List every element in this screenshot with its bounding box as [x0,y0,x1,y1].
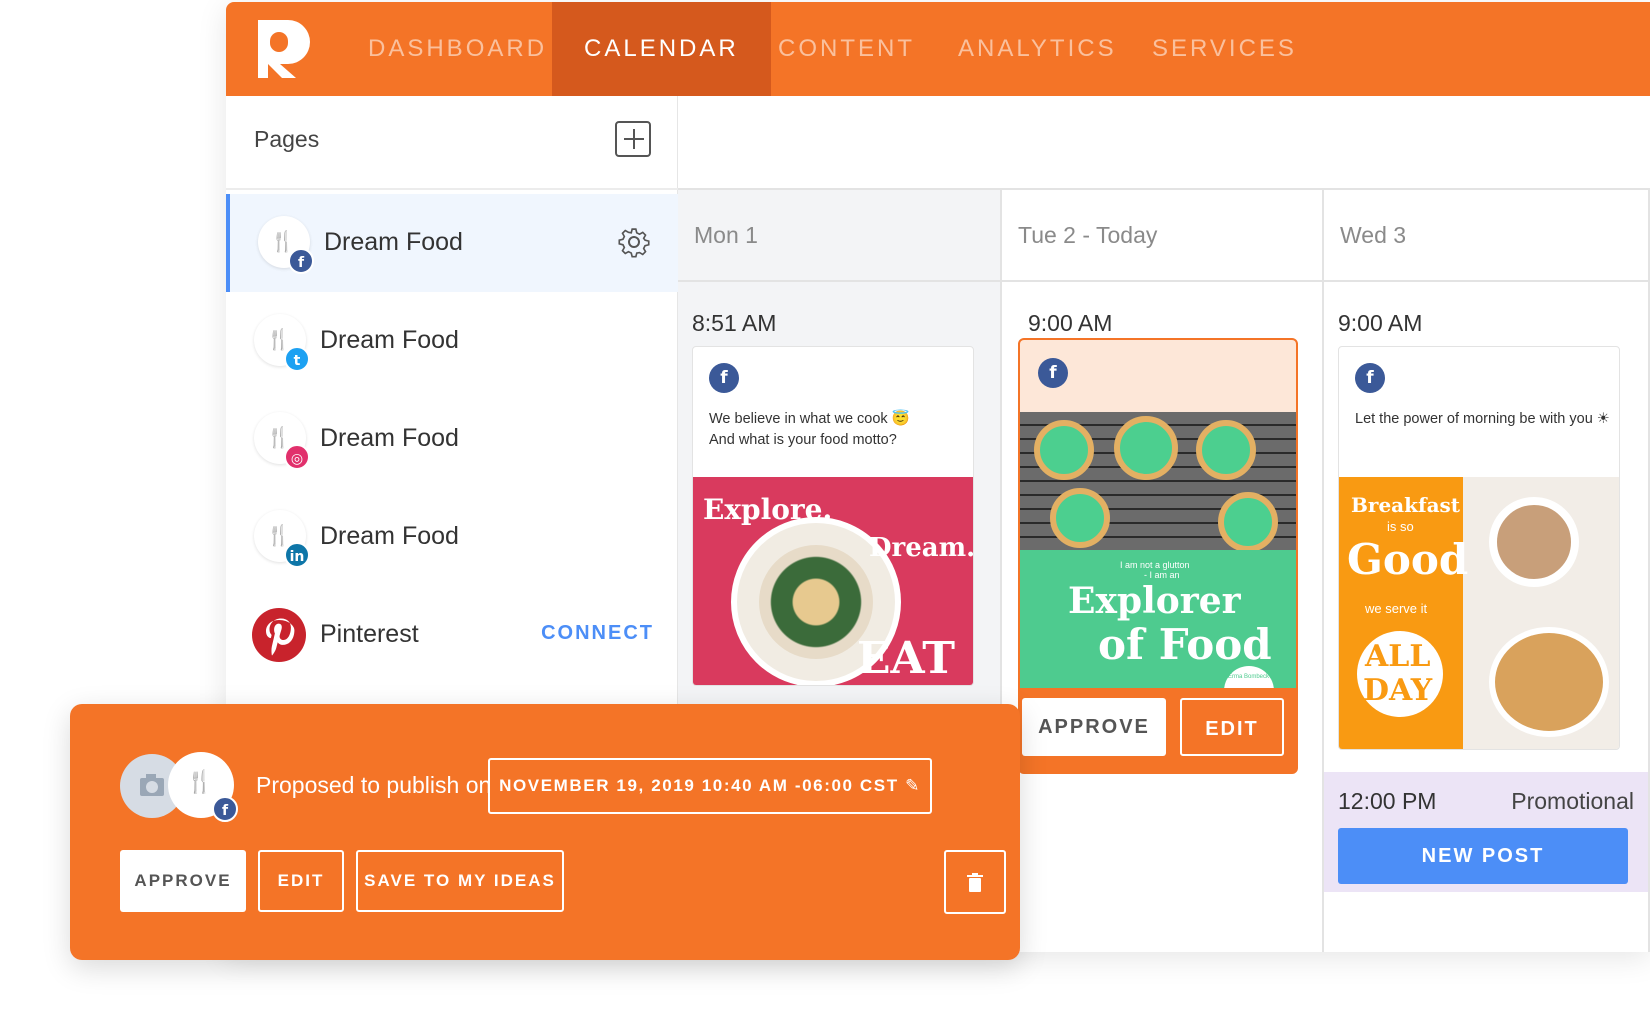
post-card[interactable]: f We believe in what we cook 😇 And what … [692,346,974,686]
avatar: 🍴 in [254,510,310,568]
post-time: 9:00 AM [1028,310,1113,336]
post-time: 9:00 AM [1338,310,1423,336]
image-text: Good [1347,535,1469,584]
instagram-icon: ◎ [284,444,310,470]
save-to-ideas-button[interactable]: SAVE TO MY IDEAS [356,850,564,912]
selected-post-card[interactable]: f I am not a glutton - I am an Explorer … [1018,338,1298,774]
day-header: Mon 1 [678,190,1000,282]
new-post-button[interactable]: NEW POST [1338,828,1628,884]
brand-logo[interactable] [256,18,314,80]
day-header: Tue 2 - Today [1002,190,1322,282]
slot-label: Promotional [1511,788,1634,814]
fork-spoon-icon: 🍴 [186,770,214,795]
facebook-icon: f [1038,358,1068,388]
image-text: Breakfast [1351,493,1461,517]
gear-icon[interactable] [618,226,650,258]
image-text: Explorer [1068,580,1241,622]
fork-spoon-icon: 🍴 [266,425,291,449]
post-image: Breakfast is so Good we serve it ALL DAY [1339,477,1619,749]
facebook-icon: f [709,363,739,393]
publish-date: NOVEMBER 19, 2019 10:40 AM -06:00 CST [499,776,899,795]
post-header: f [1020,340,1296,412]
trash-icon [967,873,983,892]
pencil-icon: ✎ [905,776,921,795]
sidebar-item-dream-food-instagram[interactable]: 🍴 ◎ Dream Food [226,390,678,488]
image-text: we serve it [1365,601,1428,616]
publish-label: Proposed to publish on [256,772,492,798]
image-text: of Food [1098,620,1272,669]
promotional-slot: 12:00 PM Promotional NEW POST [1324,772,1648,892]
day-header: Wed 3 [1324,190,1648,282]
sidebar-item-dream-food-twitter[interactable]: 🍴 t Dream Food [226,292,678,390]
edit-button[interactable]: EDIT [258,850,344,912]
twitter-icon: t [284,346,310,372]
pages-header: Pages [226,96,678,190]
popup-avatars: 🍴 f [120,752,240,822]
connect-pinterest-button[interactable]: CONNECT [541,622,654,645]
page-name: Pinterest [320,620,419,648]
image-text: Dream. [869,533,974,563]
post-time: 8:51 AM [692,310,777,336]
post-image: Explore. Dream. EAT [693,477,974,685]
avatar: 🍴 ◎ [254,412,310,470]
image-text: EAT [857,633,956,684]
approve-button[interactable]: APPROVE [1022,698,1166,756]
page-name: Dream Food [320,326,459,354]
nav-analytics[interactable]: ANALYTICS [926,2,1149,96]
avatar: 🍴 t [254,314,310,372]
day-title: Mon 1 [694,222,758,248]
fork-spoon-icon: 🍴 [266,327,291,351]
day-title: Tue 2 - Today [1018,222,1158,248]
nav-services[interactable]: SERVICES [1120,2,1329,96]
nav-dashboard[interactable]: DASHBOARD [336,2,579,96]
fork-spoon-icon: 🍴 [270,229,295,253]
post-image: I am not a glutton - I am an Explorer of… [1020,412,1296,688]
publish-date-field[interactable]: NOVEMBER 19, 2019 10:40 AM -06:00 CST ✎ [488,758,932,814]
avatar: 🍴 f [168,752,238,822]
post-card[interactable]: f Let the power of morning be with you ☀… [1338,346,1620,750]
facebook-icon: f [212,796,238,822]
facebook-icon: f [1355,363,1385,393]
approve-button[interactable]: APPROVE [120,850,246,912]
nav-content[interactable]: CONTENT [746,2,947,96]
pages-title: Pages [254,126,320,152]
sidebar-item-dream-food-facebook[interactable]: 🍴 f Dream Food [226,194,678,292]
sidebar-item-dream-food-linkedin[interactable]: 🍴 in Dream Food [226,488,678,586]
top-navigation: DASHBOARD CALENDAR CONTENT ANALYTICS SER… [226,2,1650,96]
image-text: DAY [1363,673,1433,708]
image-text: - I am an [1144,570,1180,580]
image-text: ALL [1365,639,1431,674]
day-title: Wed 3 [1340,222,1407,248]
nav-calendar[interactable]: CALENDAR [552,2,771,96]
page-name: Dream Food [320,424,459,452]
image-text: is so [1387,519,1414,534]
delete-button[interactable] [944,850,1006,914]
add-page-button[interactable] [615,121,651,157]
edit-button[interactable]: EDIT [1180,698,1284,756]
page-name: Dream Food [320,522,459,550]
approval-popup: 🍴 f Proposed to publish on NOVEMBER 19, … [70,704,1020,960]
fork-spoon-icon: 🍴 [266,523,291,547]
image-text: Explore. [703,493,833,526]
image-text: Erma Bombeck [1228,674,1270,680]
linkedin-icon: in [284,542,310,568]
avatar: 🍴 f [258,216,314,274]
post-text: Let the power of morning be with you ☀ [1355,411,1610,427]
pinterest-icon [252,608,306,662]
page-name: Dream Food [324,228,463,256]
post-text: We believe in what we cook 😇 And what is… [709,411,910,448]
sidebar-item-pinterest: Pinterest CONNECT [226,586,678,684]
image-text: I am not a glutton [1120,560,1190,570]
facebook-icon: f [288,248,314,274]
slot-time: 12:00 PM [1338,788,1437,814]
